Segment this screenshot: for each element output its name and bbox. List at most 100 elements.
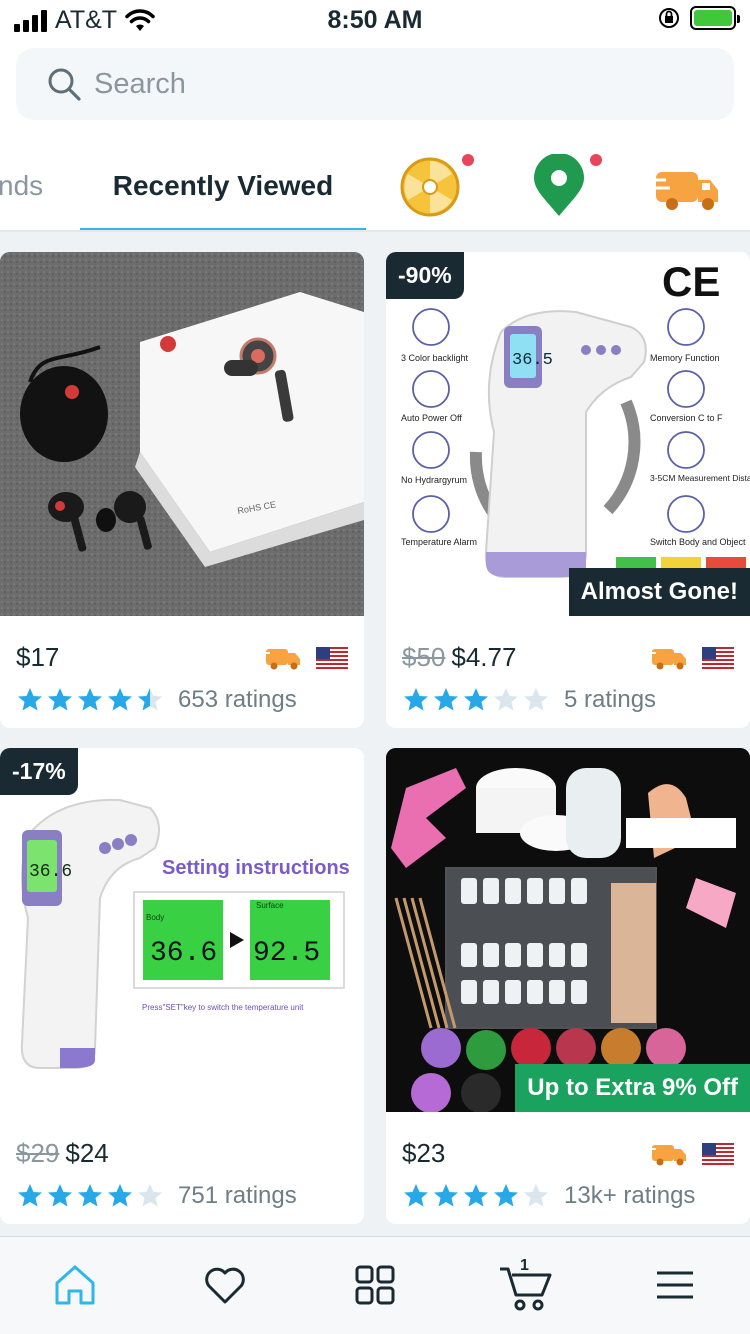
star-icon — [434, 1184, 458, 1207]
star-rating — [402, 686, 550, 714]
price-row: $17 — [16, 642, 59, 673]
reading-right: 92.5 — [253, 938, 320, 969]
discount-badge: -90% — [386, 252, 464, 299]
price: $24 — [65, 1138, 109, 1168]
thermometer-setting-image: 36.6 Setting instructions Body Surface 3… — [0, 748, 364, 1112]
price: $4.77 — [451, 642, 517, 672]
nail-kit-image — [386, 748, 750, 1112]
active-tab-indicator — [80, 228, 366, 230]
feature-label: No Hydrargyrum — [401, 475, 467, 485]
heart-icon[interactable] — [201, 1261, 249, 1309]
product-image[interactable]: Up to Extra 9% Off — [386, 748, 750, 1112]
shipping-badges — [648, 1141, 734, 1167]
clock: 8:50 AM — [327, 6, 423, 34]
search-input[interactable]: Search — [16, 48, 734, 120]
fast-delivery-icon[interactable] — [652, 154, 722, 220]
wheel-icon[interactable] — [398, 154, 464, 220]
us-flag-icon — [316, 647, 348, 669]
original-price: $50 — [402, 642, 446, 672]
ce-mark: CE — [662, 258, 720, 305]
earbuds-image: RoHS CE — [0, 252, 364, 616]
ratings-count: 653 ratings — [178, 686, 297, 713]
reading-left: 36.6 — [150, 938, 217, 969]
star-icon — [404, 1184, 428, 1207]
price: $23 — [402, 1138, 446, 1168]
star-icon — [108, 1184, 132, 1207]
star-icon — [18, 688, 42, 711]
surface-label: Surface — [256, 901, 284, 910]
us-flag-icon — [702, 647, 734, 669]
pin-notification-dot — [590, 154, 602, 166]
star-icon — [464, 688, 488, 711]
thermo-reading: 36.5 — [512, 351, 553, 370]
menu-icon[interactable] — [651, 1261, 699, 1309]
star-icon — [404, 688, 428, 711]
ratings-count: 5 ratings — [564, 686, 657, 713]
tab-recently-viewed[interactable]: Recently Viewed — [80, 136, 366, 230]
star-icon — [524, 688, 548, 711]
product-image[interactable]: CE 36.5 3 Color backlight Auto Power Off… — [386, 252, 750, 616]
search-bar-area: Search — [0, 40, 750, 136]
ratings-count: 751 ratings — [178, 1182, 297, 1209]
rating-row: 751 ratings — [16, 1182, 297, 1210]
shipping-badges — [648, 645, 734, 671]
star-icon — [524, 1184, 548, 1207]
product-image[interactable]: 36.6 Setting instructions Body Surface 3… — [0, 748, 364, 1112]
product-card[interactable]: RoHS CE $17 653 ratings — [0, 252, 364, 728]
tab-bar: nds Recently Viewed — [0, 136, 750, 232]
fast-shipping-icon — [648, 649, 686, 670]
star-rating — [402, 1182, 550, 1210]
star-icon — [138, 688, 162, 711]
feature-label: Memory Function — [650, 353, 720, 363]
home-icon[interactable] — [51, 1261, 99, 1309]
body-label: Body — [146, 913, 164, 922]
price-row: $50 $4.77 — [402, 642, 516, 673]
ratings-count: 13k+ ratings — [564, 1182, 696, 1209]
status-right — [658, 6, 740, 30]
shipping-badges — [262, 645, 348, 671]
price-row: $29 $24 — [16, 1138, 109, 1169]
thermo-reading: 36.6 — [29, 862, 72, 882]
us-flag-icon — [702, 1143, 734, 1165]
star-icon — [494, 1184, 518, 1207]
product-image[interactable]: RoHS CE — [0, 252, 364, 616]
location-pin-icon[interactable] — [526, 154, 592, 220]
product-card[interactable]: 36.6 Setting instructions Body Surface 3… — [0, 748, 364, 1224]
star-icon — [494, 688, 518, 711]
battery-icon — [690, 6, 740, 30]
extra-off-badge: Up to Extra 9% Off — [515, 1064, 750, 1112]
price: $17 — [16, 642, 60, 672]
status-bar: AT&T 8:50 AM — [0, 0, 750, 40]
search-icon — [48, 68, 81, 101]
discount-badge: -17% — [0, 748, 78, 795]
grid-icon[interactable] — [351, 1261, 399, 1309]
star-icon — [108, 688, 132, 711]
product-card[interactable]: Up to Extra 9% Off $23 13k+ ratings — [386, 748, 750, 1224]
fast-shipping-icon — [262, 649, 300, 670]
star-icon — [78, 1184, 102, 1207]
cart-count-badge: 1 — [520, 1257, 529, 1274]
original-price: $29 — [16, 1138, 60, 1168]
bottom-nav: 1 — [0, 1236, 750, 1334]
star-icon — [78, 688, 102, 711]
rating-row: 13k+ ratings — [402, 1182, 695, 1210]
star-icon — [464, 1184, 488, 1207]
star-icon — [48, 688, 72, 711]
orientation-lock-icon — [659, 8, 679, 28]
price-row: $23 — [402, 1138, 445, 1169]
feature-label: Conversion C to F — [650, 413, 723, 423]
almost-gone-badge: Almost Gone! — [568, 568, 750, 616]
tab-brands-partial[interactable]: nds — [0, 170, 43, 202]
feature-label: Temperature Alarm — [401, 537, 477, 547]
star-icon — [434, 688, 458, 711]
wheel-notification-dot — [462, 154, 474, 166]
tab-recently-viewed-label: Recently Viewed — [112, 170, 334, 201]
cart-button[interactable]: 1 — [498, 1257, 554, 1313]
product-card[interactable]: CE 36.5 3 Color backlight Auto Power Off… — [386, 252, 750, 728]
star-icon — [138, 1184, 162, 1207]
star-rating — [16, 686, 164, 714]
star-rating — [16, 1182, 164, 1210]
rating-row: 653 ratings — [16, 686, 297, 714]
feature-label: Switch Body and Object — [650, 537, 746, 547]
thermometer-image: CE 36.5 3 Color backlight Auto Power Off… — [386, 252, 750, 616]
